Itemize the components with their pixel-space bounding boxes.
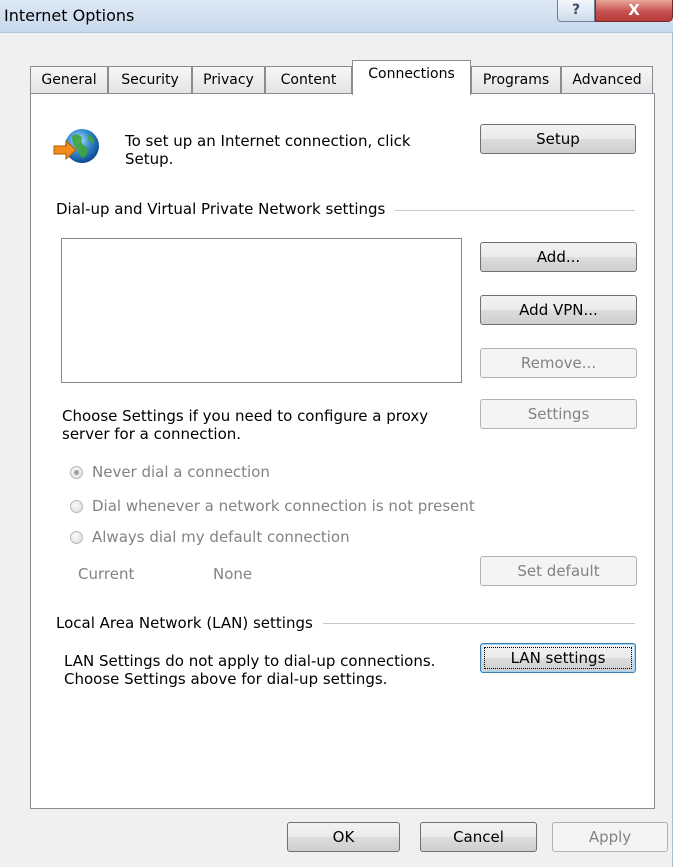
connections-listbox[interactable] xyxy=(61,238,462,383)
close-icon: X xyxy=(628,1,640,19)
window-title: Internet Options xyxy=(4,6,135,25)
radio-never-dial-label: Never dial a connection xyxy=(92,463,270,481)
setup-description-line1: To set up an Internet connection, click xyxy=(125,132,411,150)
tab-programs[interactable]: Programs xyxy=(471,66,561,94)
lan-group-title: Local Area Network (LAN) settings xyxy=(56,614,323,632)
cancel-button[interactable]: Cancel xyxy=(420,822,537,852)
dialup-group-title: Dial-up and Virtual Private Network sett… xyxy=(56,200,396,218)
help-icon: ? xyxy=(571,2,581,18)
setup-description-line2: Setup. xyxy=(125,150,174,168)
tab-content[interactable]: Content xyxy=(265,66,352,94)
proxy-description: Choose Settings if you need to configure… xyxy=(62,407,428,443)
globe-network-icon xyxy=(53,129,99,163)
lan-description-line2: Choose Settings above for dial-up settin… xyxy=(64,670,388,688)
focus-ring xyxy=(484,647,632,669)
radio-dial-whenever-label: Dial whenever a network connection is no… xyxy=(92,497,475,515)
current-label: Current xyxy=(78,565,135,583)
lan-description-line1: LAN Settings do not apply to dial-up con… xyxy=(64,652,436,670)
add-vpn-button[interactable]: Add VPN... xyxy=(480,295,637,325)
tab-general[interactable]: General xyxy=(30,66,108,94)
apply-button[interactable]: Apply xyxy=(552,822,668,852)
radio-always-dial[interactable] xyxy=(70,531,83,544)
tab-privacy[interactable]: Privacy xyxy=(192,66,265,94)
lan-description: LAN Settings do not apply to dial-up con… xyxy=(64,652,435,688)
proxy-description-line1: Choose Settings if you need to configure… xyxy=(62,407,429,425)
radio-never-dial[interactable] xyxy=(70,466,83,479)
set-default-button[interactable]: Set default xyxy=(480,556,637,586)
tab-security[interactable]: Security xyxy=(108,66,192,94)
current-value: None xyxy=(213,565,253,583)
add-button[interactable]: Add... xyxy=(480,242,637,272)
settings-button[interactable]: Settings xyxy=(480,399,637,429)
title-bar[interactable]: Internet Options ? X xyxy=(0,0,673,33)
lan-settings-button[interactable]: LAN settings xyxy=(480,643,636,673)
ok-button[interactable]: OK xyxy=(287,822,400,852)
close-button[interactable]: X xyxy=(595,0,673,22)
radio-dial-whenever[interactable] xyxy=(70,500,83,513)
setup-button[interactable]: Setup xyxy=(480,124,636,154)
setup-description: To set up an Internet connection, click … xyxy=(125,132,411,168)
help-button[interactable]: ? xyxy=(557,0,595,22)
internet-options-window: Internet Options ? X General Security Pr… xyxy=(0,0,673,867)
tab-connections[interactable]: Connections xyxy=(352,60,471,95)
remove-button[interactable]: Remove... xyxy=(480,348,637,378)
tab-advanced[interactable]: Advanced xyxy=(561,66,653,94)
radio-always-dial-label: Always dial my default connection xyxy=(92,528,350,546)
proxy-description-line2: server for a connection. xyxy=(62,425,242,443)
